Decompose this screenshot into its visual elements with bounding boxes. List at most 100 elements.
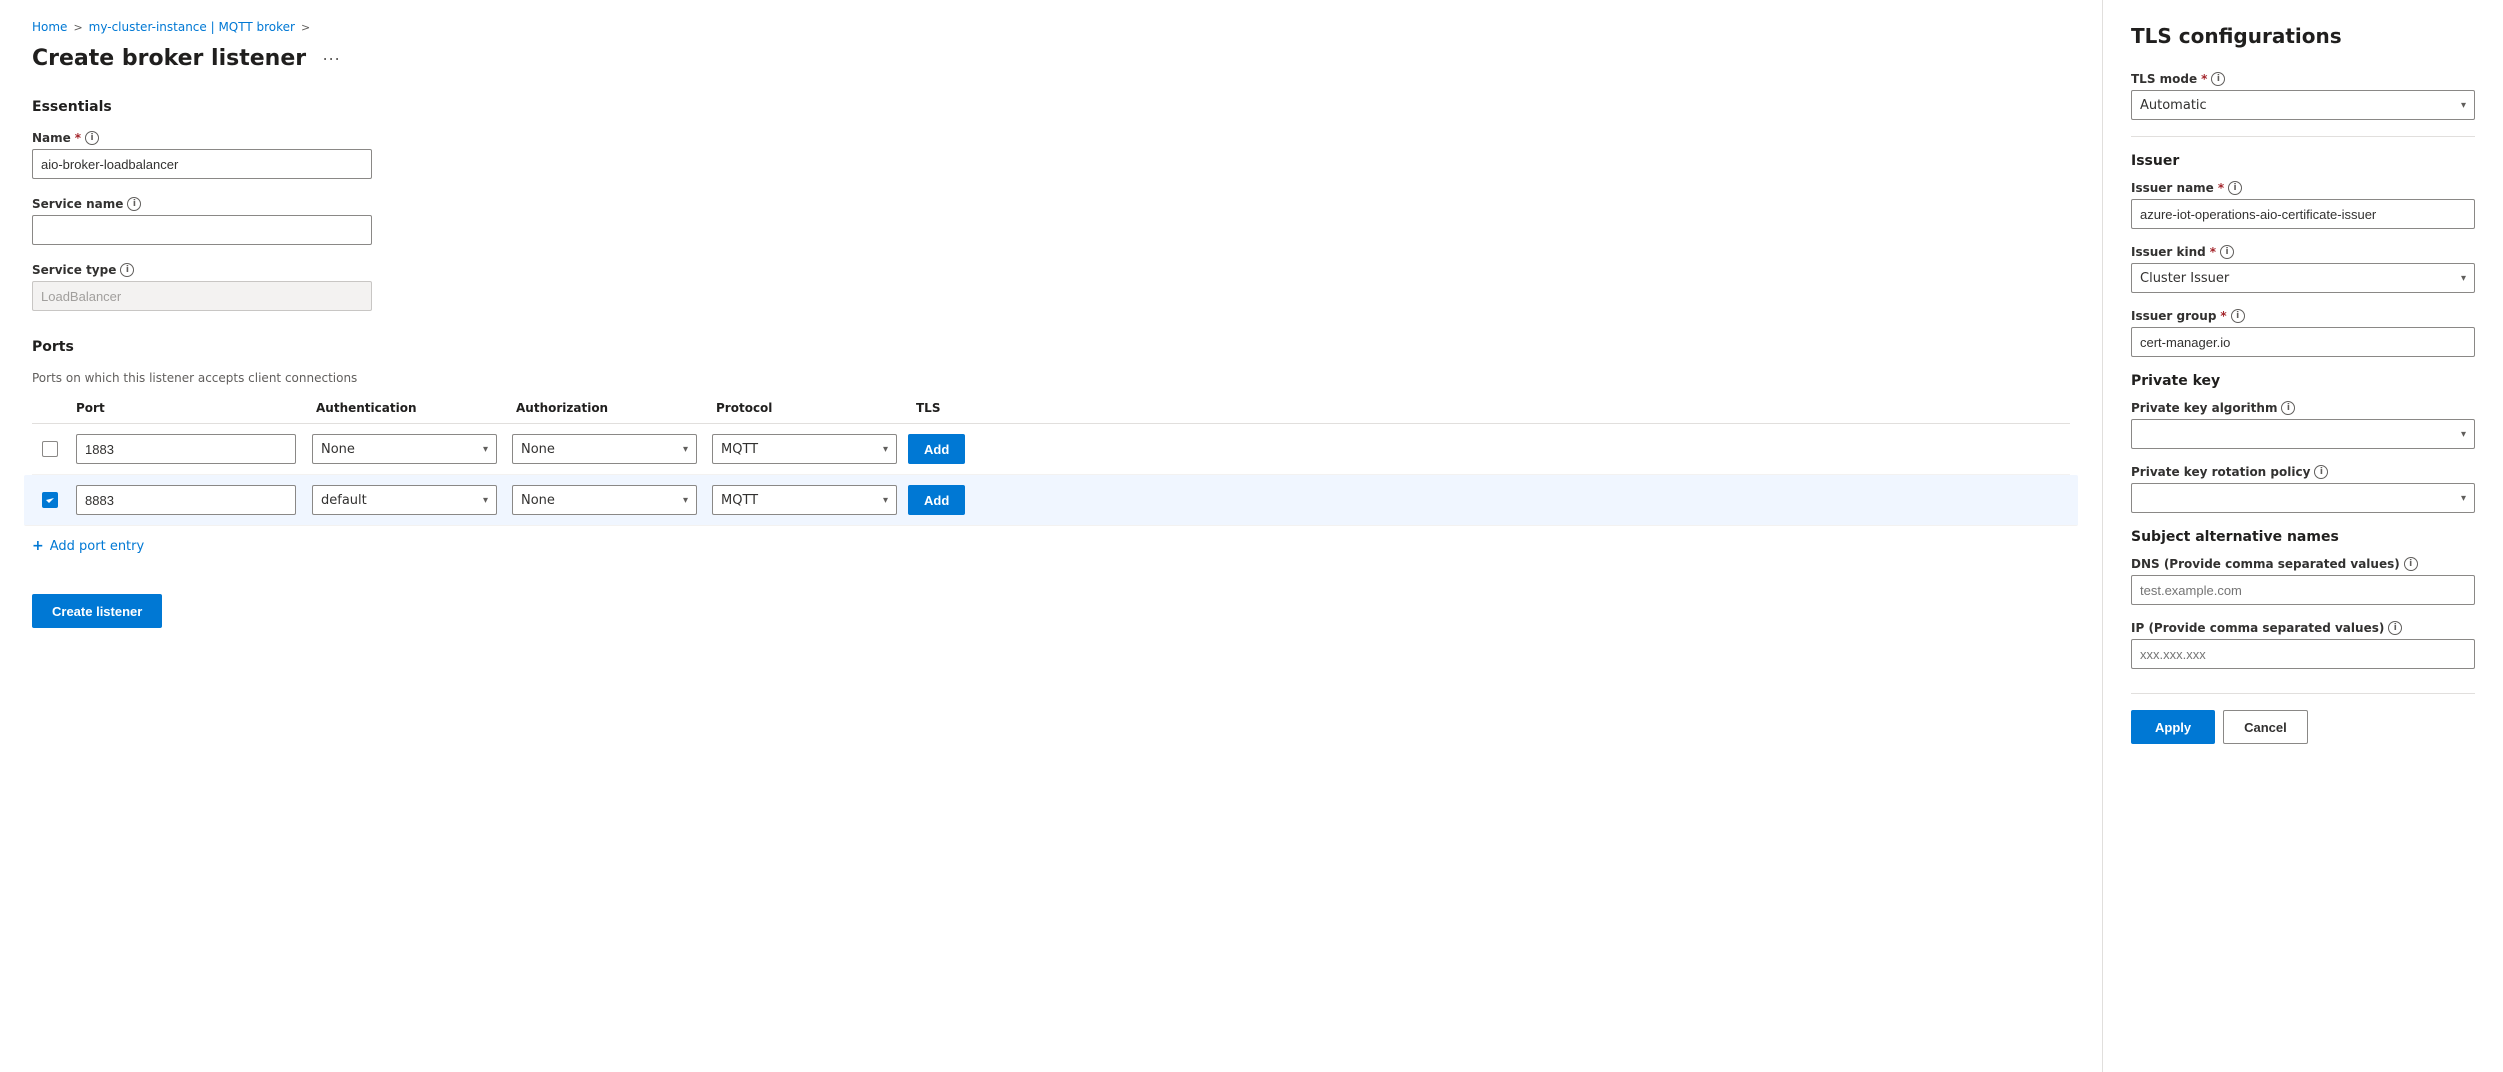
service-type-info-icon[interactable]: i <box>120 263 134 277</box>
row2-protocol-dropdown[interactable]: MQTT ▾ <box>712 485 897 515</box>
issuer-kind-field: Issuer kind * i Cluster Issuer ▾ <box>2131 245 2475 293</box>
service-name-info-icon[interactable]: i <box>127 197 141 211</box>
issuer-kind-dropdown[interactable]: Cluster Issuer ▾ <box>2131 263 2475 293</box>
private-key-algo-info-icon[interactable]: i <box>2281 401 2295 415</box>
row2-authz-dropdown[interactable]: None ▾ <box>512 485 697 515</box>
private-key-rotation-field: Private key rotation policy i ▾ <box>2131 465 2475 513</box>
row2-authz-value: None <box>521 493 555 508</box>
row1-tls-cell: Add <box>908 434 1008 464</box>
row1-auth-arrow: ▾ <box>483 444 488 455</box>
issuer-kind-label: Issuer kind * i <box>2131 245 2475 259</box>
issuer-name-info-icon[interactable]: i <box>2228 181 2242 195</box>
row2-protocol-value: MQTT <box>721 493 758 508</box>
service-name-field-group: Service name i <box>32 197 2070 245</box>
breadcrumb-sep1: > <box>73 21 82 34</box>
tls-mode-arrow: ▾ <box>2461 100 2466 111</box>
tls-mode-required: * <box>2201 72 2207 86</box>
add-port-link[interactable]: + Add port entry <box>32 538 2070 554</box>
ellipsis-button[interactable]: ··· <box>316 46 346 71</box>
issuer-group-field: Issuer group * i <box>2131 309 2475 357</box>
row2-protocol-arrow: ▾ <box>883 495 888 506</box>
panel-buttons: Apply Cancel <box>2131 693 2475 744</box>
main-content: Home > my-cluster-instance | MQTT broker… <box>0 0 2103 1072</box>
row1-authz-cell: None ▾ <box>508 434 708 464</box>
private-key-algo-field: Private key algorithm i ▾ <box>2131 401 2475 449</box>
row2-authz-cell: None ▾ <box>508 485 708 515</box>
plus-icon: + <box>32 538 44 554</box>
essentials-section: Essentials Name * i Service name i Servi… <box>32 99 2070 311</box>
issuer-name-input[interactable] <box>2131 199 2475 229</box>
ports-table-header: Port Authentication Authorization Protoc… <box>32 401 2070 424</box>
service-name-input[interactable] <box>32 215 372 245</box>
ports-section: Ports Ports on which this listener accep… <box>32 339 2070 554</box>
row2-auth-value: default <box>321 493 367 508</box>
issuer-group-required: * <box>2220 309 2226 323</box>
row1-auth-cell: None ▾ <box>308 434 508 464</box>
service-type-input <box>32 281 372 311</box>
row1-auth-dropdown[interactable]: None ▾ <box>312 434 497 464</box>
row1-port-cell <box>68 434 308 464</box>
issuer-kind-info-icon[interactable]: i <box>2220 245 2234 259</box>
tls-mode-field: TLS mode * i Automatic ▾ <box>2131 72 2475 120</box>
row2-port-cell <box>68 485 308 515</box>
issuer-kind-arrow: ▾ <box>2461 273 2466 284</box>
private-key-algo-dropdown[interactable]: ▾ <box>2131 419 2475 449</box>
table-row: default ▾ None ▾ MQTT ▾ Add <box>24 475 2078 526</box>
breadcrumb-home[interactable]: Home <box>32 20 67 34</box>
private-key-rotation-dropdown[interactable]: ▾ <box>2131 483 2475 513</box>
dns-label: DNS (Provide comma separated values) i <box>2131 557 2475 571</box>
row1-add-tls-button[interactable]: Add <box>908 434 965 464</box>
issuer-name-field: Issuer name * i <box>2131 181 2475 229</box>
private-key-rotation-info-icon[interactable]: i <box>2314 465 2328 479</box>
create-listener-button[interactable]: Create listener <box>32 594 162 628</box>
tls-mode-dropdown[interactable]: Automatic ▾ <box>2131 90 2475 120</box>
tls-panel: TLS configurations TLS mode * i Automati… <box>2103 0 2503 1072</box>
breadcrumb-sep2: > <box>301 21 310 34</box>
name-info-icon[interactable]: i <box>85 131 99 145</box>
private-key-algo-arrow: ▾ <box>2461 429 2466 440</box>
tls-mode-info-icon[interactable]: i <box>2211 72 2225 86</box>
row1-checkbox[interactable] <box>42 441 58 457</box>
row2-add-tls-button[interactable]: Add <box>908 485 965 515</box>
row1-authz-dropdown[interactable]: None ▾ <box>512 434 697 464</box>
row2-tls-cell: Add <box>908 485 1008 515</box>
row2-checkbox[interactable] <box>42 492 58 508</box>
row2-auth-dropdown[interactable]: default ▾ <box>312 485 497 515</box>
dns-info-icon[interactable]: i <box>2404 557 2418 571</box>
service-name-label: Service name i <box>32 197 2070 211</box>
breadcrumb: Home > my-cluster-instance | MQTT broker… <box>32 20 2070 34</box>
dns-input[interactable] <box>2131 575 2475 605</box>
row2-auth-arrow: ▾ <box>483 495 488 506</box>
ip-info-icon[interactable]: i <box>2388 621 2402 635</box>
row2-protocol-cell: MQTT ▾ <box>708 485 908 515</box>
row2-auth-cell: default ▾ <box>308 485 508 515</box>
apply-button[interactable]: Apply <box>2131 710 2215 744</box>
row2-checkbox-cell <box>32 492 68 508</box>
col-empty <box>32 401 68 415</box>
row1-protocol-dropdown[interactable]: MQTT ▾ <box>712 434 897 464</box>
row1-auth-value: None <box>321 442 355 457</box>
cancel-button[interactable]: Cancel <box>2223 710 2308 744</box>
page-title: Create broker listener <box>32 46 306 71</box>
breadcrumb-instance[interactable]: my-cluster-instance | MQTT broker <box>89 20 295 34</box>
row1-protocol-value: MQTT <box>721 442 758 457</box>
table-row: None ▾ None ▾ MQTT ▾ Add <box>32 424 2070 475</box>
add-port-label: Add port entry <box>50 539 144 554</box>
issuer-group-input[interactable] <box>2131 327 2475 357</box>
row2-authz-arrow: ▾ <box>683 495 688 506</box>
name-input[interactable] <box>32 149 372 179</box>
issuer-group-info-icon[interactable]: i <box>2231 309 2245 323</box>
col-authentication: Authentication <box>308 401 508 415</box>
col-port: Port <box>68 401 308 415</box>
ip-label: IP (Provide comma separated values) i <box>2131 621 2475 635</box>
issuer-name-label: Issuer name * i <box>2131 181 2475 195</box>
row1-protocol-cell: MQTT ▾ <box>708 434 908 464</box>
row1-port-input[interactable] <box>76 434 296 464</box>
row1-protocol-arrow: ▾ <box>883 444 888 455</box>
service-type-label: Service type i <box>32 263 2070 277</box>
name-field-group: Name * i <box>32 131 2070 179</box>
row2-port-input[interactable] <box>76 485 296 515</box>
service-type-field-group: Service type i <box>32 263 2070 311</box>
issuer-kind-required: * <box>2210 245 2216 259</box>
ip-input[interactable] <box>2131 639 2475 669</box>
